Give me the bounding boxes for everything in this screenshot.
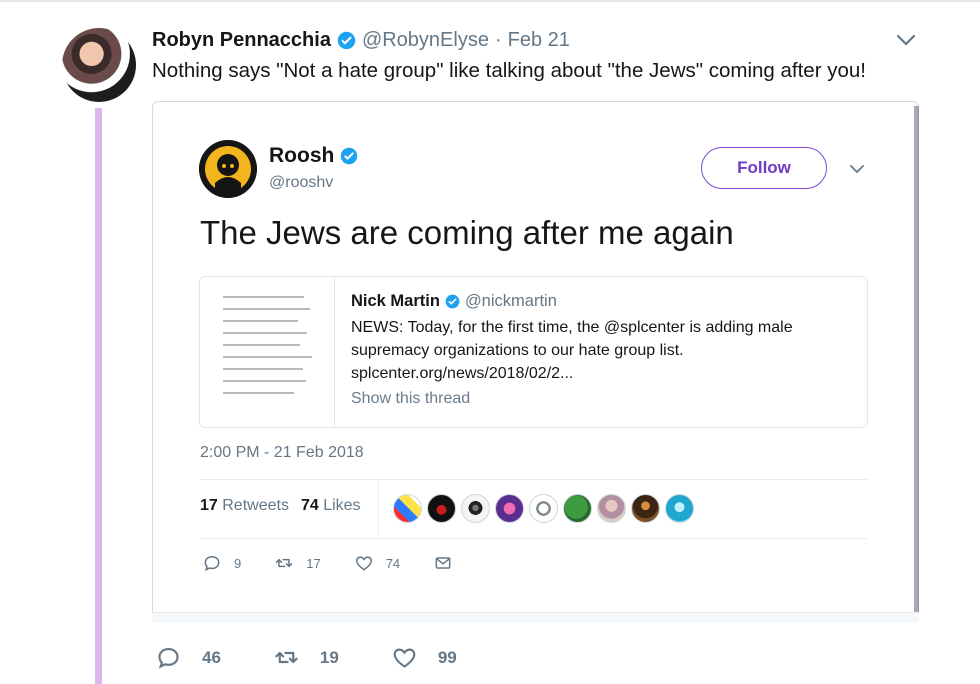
embedded-like-count: 74 bbox=[385, 555, 401, 571]
thread-line bbox=[95, 108, 102, 684]
retweet-count: 19 bbox=[319, 647, 339, 667]
quoted-tweet-thumbnail bbox=[201, 278, 335, 426]
person-avatar-icon[interactable] bbox=[631, 494, 660, 523]
thumbnail-text-line bbox=[223, 368, 303, 370]
card-chevron-down-icon[interactable] bbox=[847, 162, 867, 176]
likes-stat[interactable]: 74 Likes bbox=[301, 497, 361, 515]
likes-label: Likes bbox=[323, 497, 361, 514]
embedded-author-display-name[interactable]: Roosh bbox=[269, 144, 334, 168]
warning-avatar-icon[interactable] bbox=[393, 494, 422, 523]
embedded-author-avatar[interactable] bbox=[199, 140, 257, 198]
verified-icon bbox=[337, 31, 356, 49]
embedded-dm-action[interactable] bbox=[433, 553, 453, 573]
like-count: 99 bbox=[437, 647, 457, 667]
embedded-tweet-timestamp[interactable]: 2:00 PM - 21 Feb 2018 bbox=[200, 444, 364, 462]
reply-count: 46 bbox=[202, 647, 221, 667]
embedded-reply-action[interactable]: 9 bbox=[202, 553, 241, 573]
portrait-avatar-icon[interactable] bbox=[597, 494, 626, 523]
thumbnail-text-line bbox=[223, 344, 300, 346]
reply-action[interactable]: 46 bbox=[155, 644, 221, 671]
embedded-like-action[interactable]: 74 bbox=[354, 553, 400, 573]
retweet-icon bbox=[275, 651, 298, 664]
thumbnail-text-line bbox=[223, 380, 306, 382]
thumbnail-text-line bbox=[223, 332, 307, 334]
embedded-retweet-action[interactable]: 17 bbox=[274, 553, 321, 573]
divider bbox=[200, 538, 867, 539]
retweets-count: 17 bbox=[200, 497, 218, 514]
thumbnail-text-line bbox=[223, 296, 304, 298]
tweet-header: Robyn Pennacchia @RobynElyse · Feb 21 bbox=[152, 26, 570, 54]
quoted-author-row: Nick Martin @nickmartin bbox=[351, 292, 557, 311]
embedded-tweet-text: The Jews are coming after me again bbox=[200, 214, 734, 251]
quoted-author-name[interactable]: Nick Martin bbox=[351, 292, 440, 311]
card-shadow bbox=[914, 106, 919, 620]
card-bottom-edge bbox=[152, 612, 919, 623]
chevron-down-icon[interactable] bbox=[893, 32, 919, 48]
mail-icon bbox=[435, 557, 451, 569]
like-action[interactable]: 99 bbox=[391, 644, 457, 671]
author-avatar[interactable] bbox=[62, 28, 136, 102]
retweets-stat[interactable]: 17 Retweets bbox=[200, 497, 289, 515]
retweets-label: Retweets bbox=[222, 497, 289, 514]
stats-divider bbox=[378, 482, 379, 536]
tweet-actions: 46 19 99 bbox=[155, 644, 561, 671]
heart-icon bbox=[393, 648, 416, 668]
embedded-tweet-actions: 9 17 74 bbox=[202, 553, 486, 573]
embedded-tweet-stats: 17 Retweets 74 Likes bbox=[200, 497, 361, 515]
embedded-author-name-row: Roosh bbox=[269, 144, 364, 168]
logo-avatar-icon[interactable] bbox=[529, 494, 558, 523]
retweet-action[interactable]: 19 bbox=[273, 644, 339, 671]
dark-avatar-icon[interactable] bbox=[427, 494, 456, 523]
author-handle[interactable]: @RobynElyse bbox=[362, 29, 489, 52]
liker-avatars bbox=[393, 494, 694, 523]
verified-icon bbox=[341, 147, 358, 165]
top-border bbox=[0, 0, 980, 2]
blue-avatar-icon[interactable] bbox=[665, 494, 694, 523]
tweet-text: Nothing says "Not a hate group" like tal… bbox=[152, 59, 866, 82]
analytics-action[interactable] bbox=[491, 647, 509, 669]
purple-avatar-icon[interactable] bbox=[495, 494, 524, 523]
heart-icon bbox=[355, 556, 372, 571]
author-display-name[interactable]: Robyn Pennacchia bbox=[152, 29, 331, 52]
verified-icon bbox=[445, 294, 460, 309]
thumbnail-text-line bbox=[223, 320, 298, 322]
embedded-retweet-count: 17 bbox=[306, 555, 321, 571]
dot-separator: · bbox=[494, 28, 502, 51]
follow-button[interactable]: Follow bbox=[701, 147, 827, 189]
quoted-author-handle[interactable]: @nickmartin bbox=[465, 292, 557, 311]
quoted-tweet-text: NEWS: Today, for the first time, the @sp… bbox=[351, 319, 793, 382]
retweet-icon bbox=[275, 558, 293, 568]
thumbnail-text-line bbox=[223, 392, 294, 394]
embedded-author-handle[interactable]: @rooshv bbox=[269, 174, 333, 192]
embedded-reply-count: 9 bbox=[234, 555, 242, 571]
thumbnail-text-line bbox=[223, 308, 310, 310]
thumbnail-text-line bbox=[223, 356, 312, 358]
reply-icon bbox=[158, 647, 179, 669]
pot-avatar-icon[interactable] bbox=[461, 494, 490, 523]
reply-icon bbox=[204, 555, 220, 572]
tweet-date[interactable]: Feb 21 bbox=[508, 29, 570, 52]
pepe-avatar-icon[interactable] bbox=[563, 494, 592, 523]
show-thread-link[interactable]: Show this thread bbox=[351, 390, 470, 408]
face-icon bbox=[199, 140, 257, 198]
likes-count: 74 bbox=[300, 497, 319, 514]
divider bbox=[200, 479, 867, 480]
